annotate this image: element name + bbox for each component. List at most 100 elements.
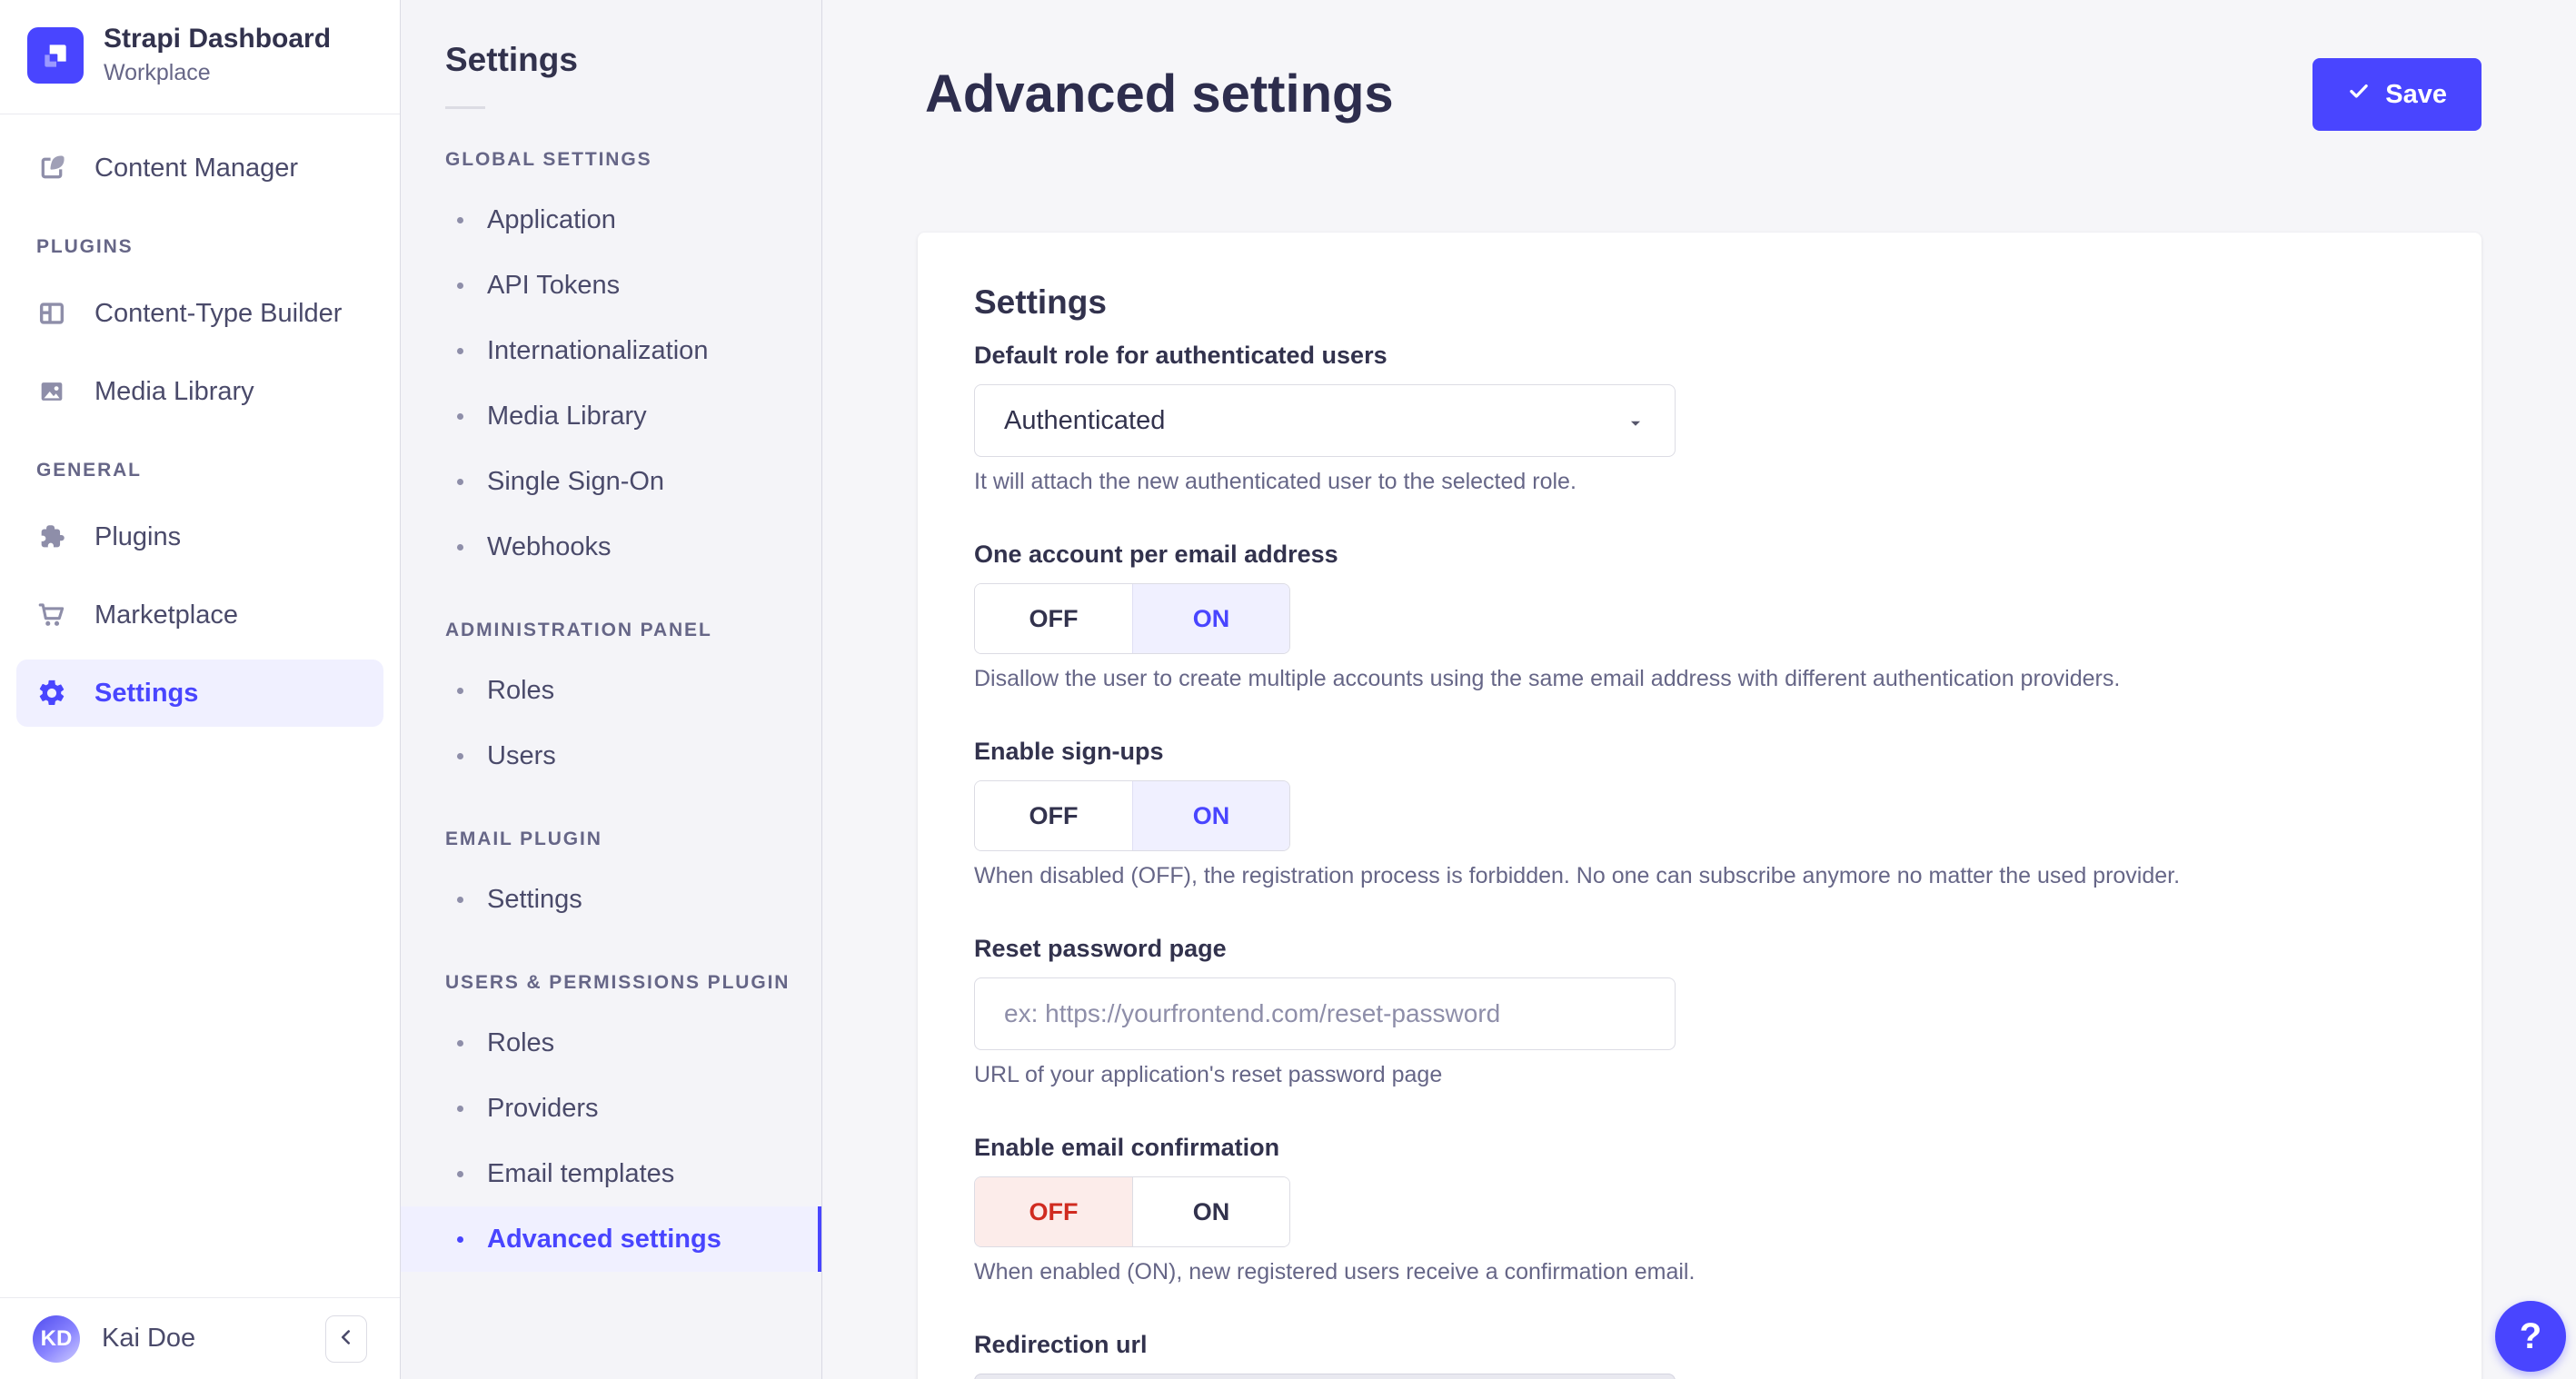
subnav-item-up-roles[interactable]: Roles [401,1010,821,1076]
sidebar-item-label: Plugins [94,521,182,551]
question-mark-icon: ? [2519,1315,2542,1356]
strapi-logo-icon [27,26,84,84]
subnav-item-label: Settings [487,884,582,914]
toggle-on-button[interactable]: ON [1132,1177,1289,1246]
subnav-title: Settings [445,41,578,78]
subnav-item-email-templates[interactable]: Email templates [401,1141,821,1206]
subnav-item-label: Internationalization [487,335,709,365]
main-header: Advanced settings Save [918,0,2482,134]
toggle-off-button[interactable]: OFF [975,1177,1132,1246]
brand-text: Strapi Dashboard Workplace [104,24,331,86]
subnav-item-media-library[interactable]: Media Library [401,383,821,449]
bullet-icon [457,1235,463,1243]
main-content: Advanced settings Save Settings Default … [823,0,2576,1379]
default-role-select[interactable]: Authenticated [974,384,1676,457]
bullet-icon [457,478,463,485]
bullet-icon [457,687,463,694]
subnav-item-advanced-settings[interactable]: Advanced settings [401,1206,821,1272]
subnav-item-api-tokens[interactable]: API Tokens [401,253,821,318]
field-hint: When enabled (ON), new registered users … [974,1259,1696,1285]
sidebar-item-plugins[interactable]: Plugins [16,503,383,570]
toggle-on-button[interactable]: ON [1132,781,1289,850]
sidebar-item-content-manager[interactable]: Content Manager [16,134,383,202]
collapse-sidebar-button[interactable] [325,1315,367,1363]
cart-icon [36,600,67,630]
sidebar-item-label: Content-Type Builder [94,298,343,328]
sidebar-item-media-library[interactable]: Media Library [16,358,383,425]
brand: Strapi Dashboard Workplace [0,0,400,114]
subnav-item-label: Media Library [487,401,647,431]
email-confirmation-toggle: OFF ON [974,1176,1290,1247]
picture-icon [36,376,67,407]
avatar: KD [33,1315,80,1363]
puzzle-icon [36,521,67,552]
subnav-heading-email-plugin: EMAIL PLUGIN [445,828,602,849]
bullet-icon [457,282,463,289]
bullet-icon [457,412,463,420]
sidebar-item-settings[interactable]: Settings [16,660,383,727]
bullet-icon [457,896,463,903]
bullet-icon [457,216,463,223]
field-one-account: One account per email address OFF ON Dis… [974,541,2425,692]
one-account-toggle: OFF ON [974,583,1290,654]
field-enable-signups: Enable sign-ups OFF ON When disabled (OF… [974,738,2425,889]
check-icon [2347,79,2371,110]
toggle-off-button[interactable]: OFF [975,584,1132,653]
field-label: Redirection url [974,1331,1148,1358]
select-value: Authenticated [1004,405,1166,435]
sidebar-footer: KD Kai Doe [0,1297,400,1379]
subnav-item-email-settings[interactable]: Settings [401,867,821,932]
reset-password-input[interactable] [974,977,1676,1050]
subnav-heading-users-permissions-plugin: USERS & PERMISSIONS PLUGIN [445,972,791,993]
bullet-icon [457,1105,463,1112]
enable-signups-toggle: OFF ON [974,780,1290,851]
help-button[interactable]: ? [2495,1301,2566,1372]
toggle-on-button[interactable]: ON [1132,584,1289,653]
bullet-icon [457,752,463,759]
field-email-confirmation: Enable email confirmation OFF ON When en… [974,1134,2425,1285]
subnav-item-label: Providers [487,1093,599,1123]
field-label: Enable email confirmation [974,1134,1280,1161]
field-label: Default role for authenticated users [974,342,1387,369]
field-reset-password: Reset password page URL of your applicat… [974,935,2425,1088]
subnav-item-application[interactable]: Application [401,187,821,253]
toggle-off-button[interactable]: OFF [975,781,1132,850]
field-hint: URL of your application's reset password… [974,1062,1443,1087]
settings-subnav: Settings GLOBAL SETTINGS Application API… [401,0,822,1379]
subnav-item-admin-roles[interactable]: Roles [401,658,821,723]
subnav-heading-administration-panel: ADMINISTRATION PANEL [445,620,712,640]
field-label: Reset password page [974,935,1227,962]
brand-subtitle: Workplace [104,60,211,85]
field-label: Enable sign-ups [974,738,1164,765]
subnav-item-label: Email templates [487,1158,675,1188]
field-hint: When disabled (OFF), the registration pr… [974,863,2181,888]
bullet-icon [457,1170,463,1177]
brand-title: Strapi Dashboard [104,24,332,54]
subnav-item-label: Webhooks [487,531,612,561]
bullet-icon [457,1039,463,1047]
field-redirection-url: Redirection url [974,1331,2425,1379]
subnav-item-internationalization[interactable]: Internationalization [401,318,821,383]
save-button[interactable]: Save [2312,58,2482,131]
field-default-role: Default role for authenticated users Aut… [974,342,2425,495]
subnav-item-single-sign-on[interactable]: Single Sign-On [401,449,821,514]
field-hint: It will attach the new authenticated use… [974,469,1576,494]
subnav-item-providers[interactable]: Providers [401,1076,821,1141]
feather-pen-icon [36,153,67,184]
subnav-item-label: Single Sign-On [487,466,665,496]
layout-grid-icon [36,298,67,329]
bullet-icon [457,347,463,354]
sidebar-item-marketplace[interactable]: Marketplace [16,581,383,649]
save-button-label: Save [2385,79,2447,109]
subnav-item-admin-users[interactable]: Users [401,723,821,789]
subnav-rule [445,106,485,109]
field-hint: Disallow the user to create multiple acc… [974,666,2121,691]
subnav-item-label: Users [487,740,556,770]
redirection-url-input[interactable] [974,1374,1676,1379]
sidebar-item-label: Marketplace [94,600,238,630]
subnav-item-label: Application [487,204,616,234]
app-root: Strapi Dashboard Workplace Content Manag… [0,0,2576,1379]
sidebar-item-content-type-builder[interactable]: Content-Type Builder [16,280,383,347]
subnav-item-webhooks[interactable]: Webhooks [401,514,821,580]
sidebar-section-heading-general: GENERAL [36,460,142,481]
